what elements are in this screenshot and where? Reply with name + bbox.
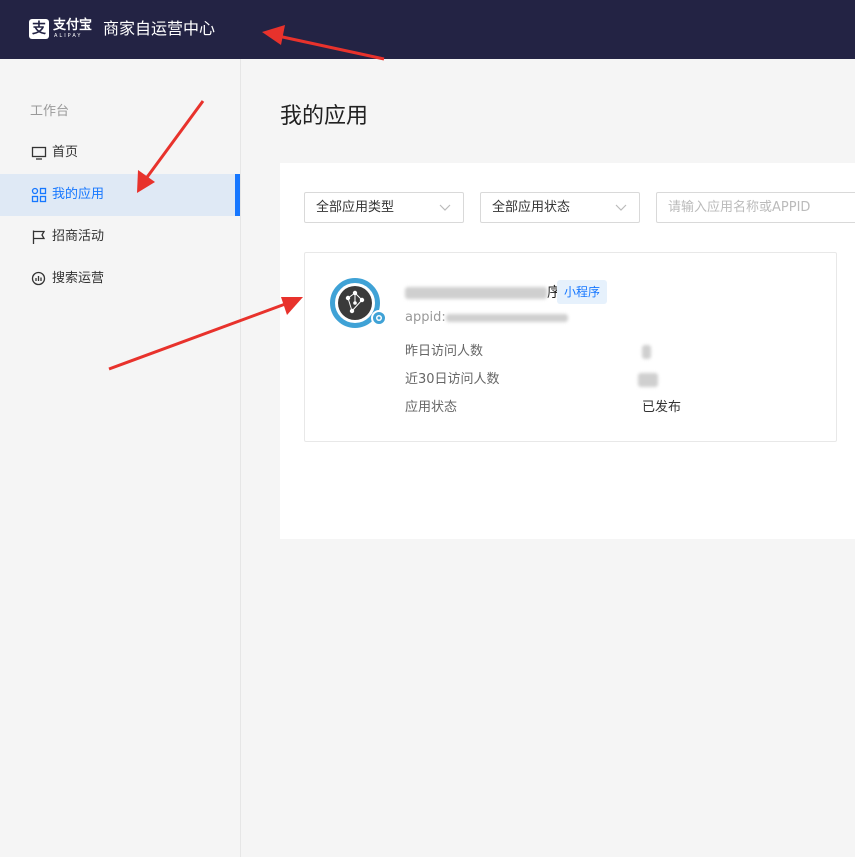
redacted-value bbox=[642, 344, 651, 359]
redacted-value bbox=[638, 372, 658, 387]
sidebar-item-search-ops[interactable]: 搜索运营 bbox=[0, 258, 240, 300]
app-logo-icon bbox=[338, 286, 372, 320]
apps-grid-icon bbox=[31, 187, 47, 203]
sidebar-item-label: 我的应用 bbox=[52, 187, 105, 202]
sidebar: 工作台 首页 我的应用 招商活动 搜索运营 bbox=[0, 59, 241, 857]
appid-label: appid: bbox=[405, 310, 446, 325]
page-title: 我的应用 bbox=[280, 104, 369, 129]
top-bar: 支 支付宝 ALIPAY 商家自运营中心 bbox=[0, 0, 855, 59]
sidebar-item-label: 首页 bbox=[52, 145, 79, 160]
chevron-down-icon bbox=[615, 204, 627, 211]
redacted-appid bbox=[445, 313, 568, 322]
app-search-input[interactable]: 请输入应用名称或APPID bbox=[656, 192, 855, 223]
stat-value-yesterday bbox=[642, 343, 651, 361]
app-status-select-value: 全部应用状态 bbox=[492, 200, 571, 215]
verified-badge-icon bbox=[371, 310, 387, 326]
stat-label: 昨日访问人数 bbox=[405, 344, 484, 359]
sidebar-item-campaigns[interactable]: 招商活动 bbox=[0, 216, 240, 258]
sidebar-item-my-apps[interactable]: 我的应用 bbox=[0, 174, 240, 216]
app-card[interactable]: 序 小程序 appid: 昨日访问人数 近30日访问人数 应用状态 已发布 bbox=[304, 252, 837, 442]
sidebar-item-label: 招商活动 bbox=[52, 229, 105, 244]
app-id: appid: bbox=[405, 309, 568, 327]
sidebar-item-home[interactable]: 首页 bbox=[0, 132, 240, 174]
stat-label: 近30日访问人数 bbox=[405, 372, 500, 387]
redacted-app-name bbox=[405, 287, 547, 299]
logo-subtext: ALIPAY bbox=[54, 33, 83, 39]
alipay-logo[interactable]: 支 支付宝 ALIPAY bbox=[29, 18, 93, 41]
mini-program-tag: 小程序 bbox=[557, 280, 608, 304]
flag-icon bbox=[32, 230, 46, 244]
app-name[interactable]: 序 bbox=[405, 283, 561, 303]
sidebar-item-label: 搜索运营 bbox=[52, 271, 105, 286]
stat-value-30days bbox=[638, 371, 658, 389]
monitor-icon bbox=[31, 146, 47, 160]
apps-panel: 全部应用类型 全部应用状态 请输入应用名称或APPID 序 小程序 appid:… bbox=[280, 163, 855, 539]
app-type-select[interactable]: 全部应用类型 bbox=[304, 192, 464, 223]
app-type-select-value: 全部应用类型 bbox=[316, 200, 395, 215]
stat-label: 应用状态 bbox=[405, 400, 458, 415]
app-status-select[interactable]: 全部应用状态 bbox=[480, 192, 640, 223]
logo-text: 支付宝 bbox=[53, 18, 93, 33]
app-title: 商家自运营中心 bbox=[103, 19, 216, 38]
alipay-logo-icon: 支 bbox=[29, 19, 49, 39]
sidebar-group-label: 工作台 bbox=[30, 104, 70, 119]
stat-value-status: 已发布 bbox=[642, 400, 682, 415]
search-placeholder: 请输入应用名称或APPID bbox=[668, 200, 811, 215]
chevron-down-icon bbox=[439, 204, 451, 211]
search-chart-icon bbox=[31, 271, 46, 286]
